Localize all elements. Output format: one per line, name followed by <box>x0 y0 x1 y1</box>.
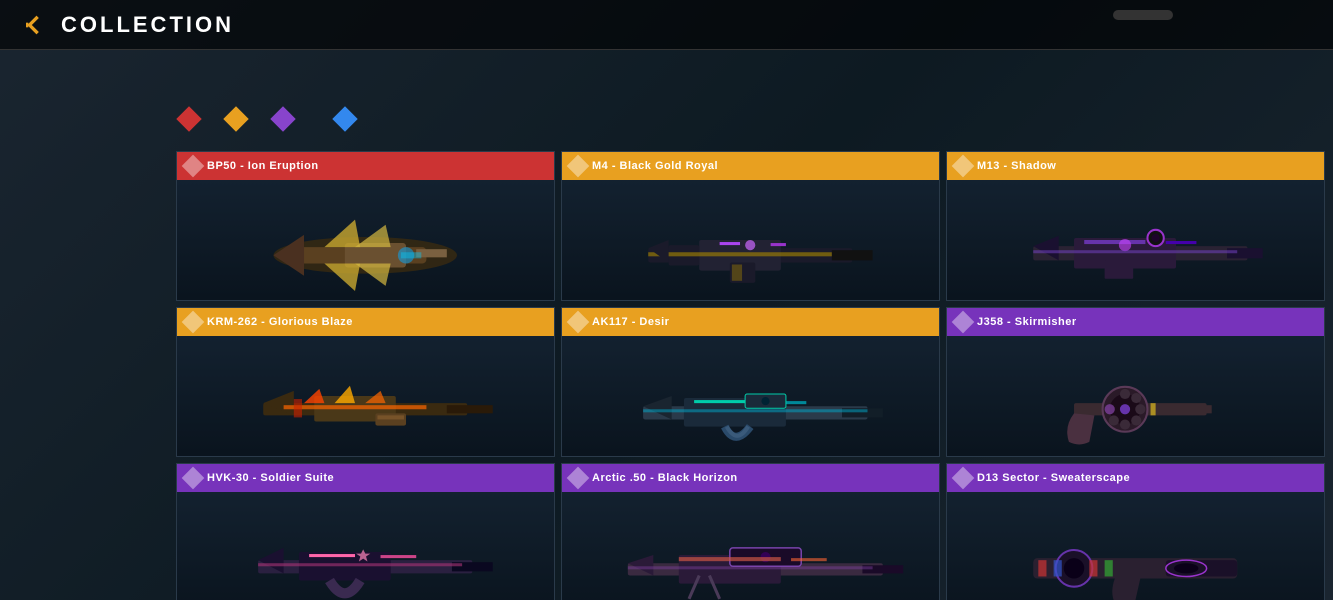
header: COLLECTION <box>0 0 1333 50</box>
weapon-card-d13sector[interactable]: D13 Sector - Sweaterscape <box>946 463 1325 600</box>
weapon-card-hvk30[interactable]: HVK-30 - Soldier Suite <box>176 463 555 600</box>
rarity-orange-icon-small3 <box>182 311 205 334</box>
weapon-header-m4: M4 - Black Gold Royal <box>562 152 939 180</box>
m4-svg <box>590 189 910 291</box>
arctic50-svg <box>590 501 910 600</box>
rarity-purple-icon-small4 <box>952 467 975 490</box>
j358-svg <box>975 345 1295 447</box>
weapon-image-arctic50 <box>562 492 939 600</box>
hvk30-svg <box>205 501 525 600</box>
weapon-header-j358: J358 - Skirmisher <box>947 308 1324 336</box>
weapon-card-j358[interactable]: J358 - Skirmisher <box>946 307 1325 457</box>
weapon-header-m13: M13 - Shadow <box>947 152 1324 180</box>
krm262-svg <box>205 345 525 447</box>
ak117-svg <box>590 345 910 447</box>
rarity-red-icon-small <box>182 155 205 178</box>
rarity-orange-icon-small4 <box>567 311 590 334</box>
weapon-card-m4[interactable]: M4 - Black Gold Royal <box>561 151 940 301</box>
weapon-card-m13[interactable]: M13 - Shadow <box>946 151 1325 301</box>
weapon-header-ak117: AK117 - Desir <box>562 308 939 336</box>
weapon-image-bp50 <box>177 180 554 300</box>
header-pill <box>1113 10 1173 20</box>
weapon-image-ak117 <box>562 336 939 456</box>
weapon-header-bp50: BP50 - Ion Eruption <box>177 152 554 180</box>
weapon-card-arctic50[interactable]: Arctic .50 - Black Horizon <box>561 463 940 600</box>
weapon-header-d13sector: D13 Sector - Sweaterscape <box>947 464 1324 492</box>
back-icon <box>19 11 47 39</box>
weapon-card-bp50[interactable]: BP50 - Ion Eruption <box>176 151 555 301</box>
rarity-orange-icon-small2 <box>952 155 975 178</box>
weapon-image-m4 <box>562 180 939 300</box>
rarity-purple-icon-small <box>952 311 975 334</box>
weapon-image-krm262 <box>177 336 554 456</box>
rarity-purple-icon-small3 <box>567 467 590 490</box>
weapon-header-arctic50: Arctic .50 - Black Horizon <box>562 464 939 492</box>
back-button[interactable] <box>15 7 51 43</box>
page-title: COLLECTION <box>61 12 234 38</box>
d13sector-svg <box>975 501 1295 600</box>
weapon-image-d13sector <box>947 492 1324 600</box>
weapon-image-j358 <box>947 336 1324 456</box>
rarity-purple-icon-small2 <box>182 467 205 490</box>
weapon-card-krm262[interactable]: KRM-262 - Glorious Blaze <box>176 307 555 457</box>
weapons-grid: BP50 - Ion Eruption <box>168 143 1333 600</box>
weapon-card-ak117[interactable]: AK117 - Desir <box>561 307 940 457</box>
weapon-header-krm262: KRM-262 - Glorious Blaze <box>177 308 554 336</box>
weapon-image-hvk30 <box>177 492 554 600</box>
weapon-image-m13 <box>947 180 1324 300</box>
weapon-header-hvk30: HVK-30 - Soldier Suite <box>177 464 554 492</box>
rarity-orange-icon-small <box>567 155 590 178</box>
bp50-svg <box>205 189 525 291</box>
m13-svg <box>975 189 1295 291</box>
